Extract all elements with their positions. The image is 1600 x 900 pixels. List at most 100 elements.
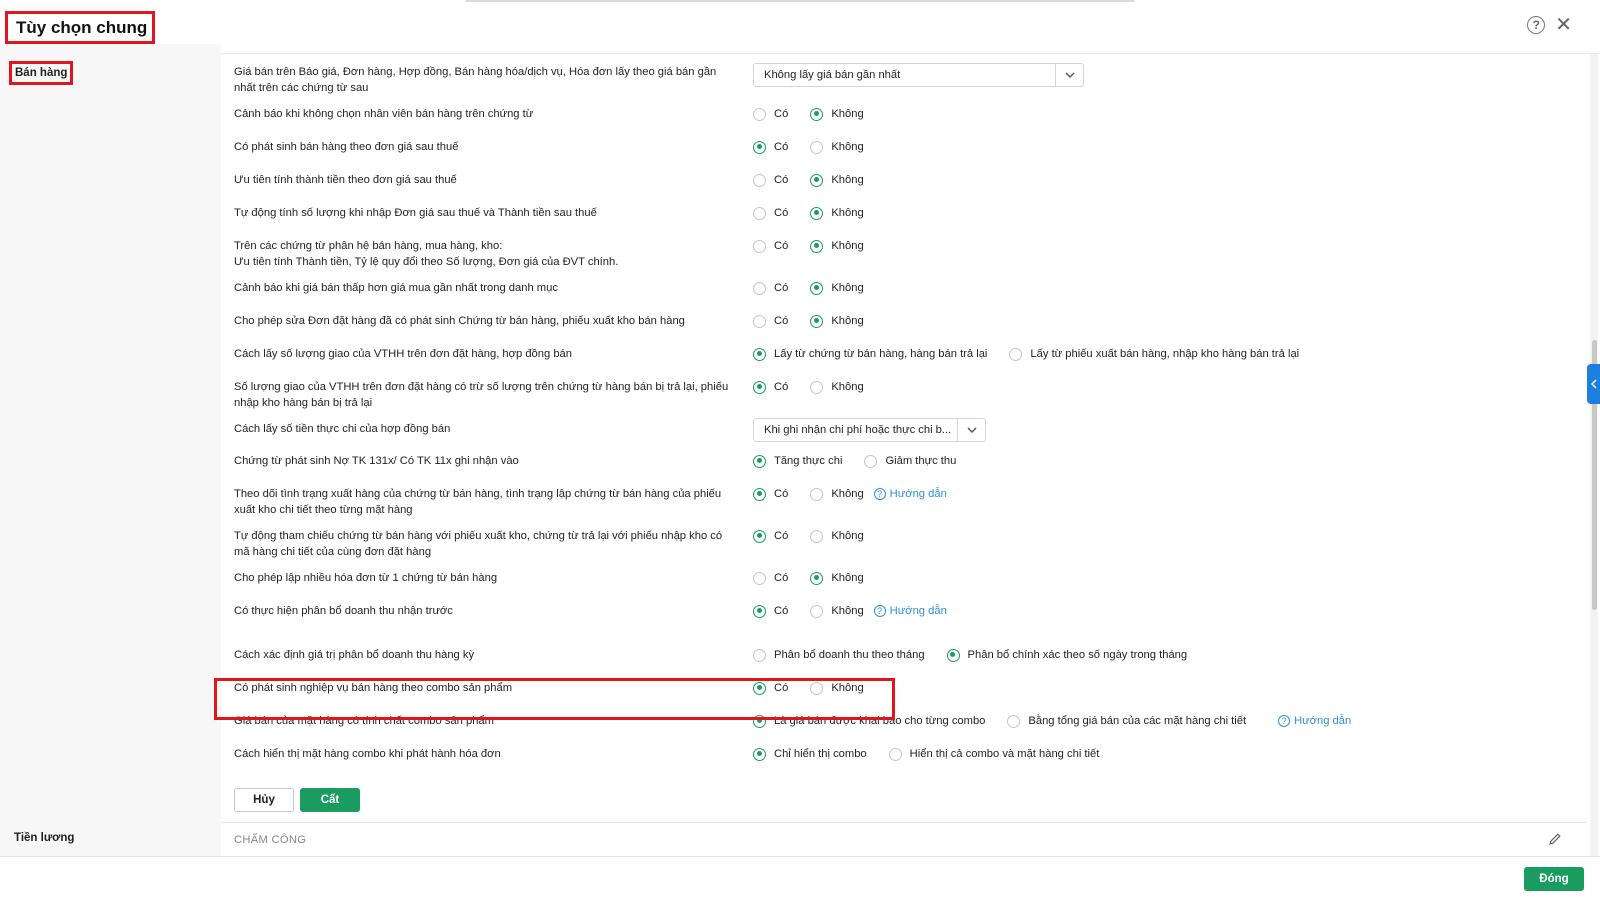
radio-option-co[interactable]: Có xyxy=(753,107,789,121)
pencil-icon[interactable] xyxy=(1548,832,1562,849)
radio-option-khong[interactable]: Không xyxy=(810,529,864,543)
radio-button[interactable] xyxy=(888,747,902,761)
chevron-left-icon xyxy=(1590,379,1597,389)
radio-button[interactable] xyxy=(810,529,824,543)
setting-label: Cách hiển thị mặt hàng combo khi phát hà… xyxy=(234,748,501,760)
radio-label: Không xyxy=(831,605,864,617)
radio-button[interactable] xyxy=(753,107,766,121)
radio-button[interactable] xyxy=(753,281,766,295)
radio-button[interactable] xyxy=(810,380,824,394)
radio-button[interactable] xyxy=(810,604,824,618)
dialog-title: Tùy chọn chung xyxy=(16,17,148,37)
radio-option-theo-thang[interactable]: Phân bổ doanh thu theo tháng xyxy=(753,648,925,662)
radio-option-khong[interactable]: Không xyxy=(810,173,864,187)
radio-label: Có xyxy=(774,605,789,617)
radio-option-co[interactable]: Có xyxy=(753,140,788,154)
radio-option-khong[interactable]: Không xyxy=(810,281,864,295)
close-button[interactable]: Đóng xyxy=(1524,867,1584,891)
radio-button[interactable] xyxy=(810,173,824,187)
radio-button[interactable] xyxy=(810,107,824,121)
actual-expense-select[interactable]: Khi ghi nhận chi phí hoặc thực chi b... xyxy=(753,418,986,442)
radio-button[interactable] xyxy=(753,380,766,394)
radio-button[interactable] xyxy=(810,140,824,154)
radio-button[interactable] xyxy=(753,747,766,761)
radio-label: Không xyxy=(831,315,864,327)
radio-button[interactable] xyxy=(810,571,824,585)
radio-label: Không xyxy=(831,488,864,500)
radio-option-khong[interactable]: Không xyxy=(810,380,864,394)
radio-button[interactable] xyxy=(810,314,824,328)
radio-button[interactable] xyxy=(946,648,960,662)
radio-option-khong[interactable]: Không xyxy=(810,571,864,585)
radio-button[interactable] xyxy=(753,487,766,501)
radio-option-theo-so-ngay[interactable]: Phân bổ chính xác theo số ngày trong thá… xyxy=(946,648,1187,662)
radio-button[interactable] xyxy=(753,454,766,468)
radio-button[interactable] xyxy=(1009,347,1023,361)
radio-label: Có xyxy=(774,108,789,120)
radio-button[interactable] xyxy=(753,529,766,543)
cancel-button[interactable]: Hủy xyxy=(234,788,294,812)
radio-option-co[interactable]: Có xyxy=(753,314,788,328)
radio-option-co[interactable]: Có xyxy=(753,206,789,220)
radio-option-giam-thuc-thu[interactable]: Giảm thực thu xyxy=(864,454,956,468)
radio-button[interactable] xyxy=(810,487,824,501)
radio-option-tu-phieu-xuat[interactable]: Lấy từ phiếu xuất bán hàng, nhập kho hàn… xyxy=(1009,347,1299,361)
sidebar-item-ban-hang[interactable]: Bán hàng xyxy=(9,61,74,85)
radio-button[interactable] xyxy=(753,173,766,187)
radio-label: Có xyxy=(774,488,789,500)
radio-option-co[interactable]: Có xyxy=(753,380,788,394)
radio-option-tong-gia[interactable]: Bằng tổng giá bán của các mặt hàng chi t… xyxy=(1007,714,1247,728)
radio-option-co[interactable]: Có xyxy=(753,281,788,295)
radio-button[interactable] xyxy=(753,206,766,220)
radio-button[interactable] xyxy=(753,140,766,154)
setting-label: Cách lấy số tiền thực chi của hợp đồng b… xyxy=(234,423,451,435)
radio-option-khong[interactable]: Không xyxy=(810,604,864,618)
guide-link[interactable]: ? Hướng dẫn xyxy=(1278,715,1351,727)
footer-divider xyxy=(0,856,1600,857)
close-icon[interactable]: ✕ xyxy=(1555,15,1572,35)
radio-button[interactable] xyxy=(753,314,766,328)
radio-option-co[interactable]: Có xyxy=(753,604,789,618)
radio-label: Có xyxy=(774,207,789,219)
radio-label: Bằng tổng giá bán của các mặt hàng chi t… xyxy=(1028,715,1247,727)
radio-option-khong[interactable]: Không xyxy=(810,140,864,154)
price-source-select[interactable]: Không lấy giá bán gần nhất xyxy=(753,63,1084,87)
radio-button[interactable] xyxy=(753,571,766,585)
radio-option-tu-chung-tu[interactable]: Lấy từ chứng từ bán hàng, hàng bán trả l… xyxy=(753,347,987,361)
radio-option-tang-thuc-chi[interactable]: Tăng thực chi xyxy=(753,454,842,468)
radio-button[interactable] xyxy=(864,454,878,468)
radio-option-co[interactable]: Có xyxy=(753,529,789,543)
radio-option-chi-combo[interactable]: Chỉ hiển thị combo xyxy=(753,747,867,761)
sidebar-item-tien-luong[interactable]: Tiền lương xyxy=(14,832,74,844)
radio-option-khong[interactable]: Không xyxy=(810,314,864,328)
question-circle-icon[interactable]: ? xyxy=(1527,16,1546,34)
radio-button[interactable] xyxy=(810,281,824,295)
radio-label: Có xyxy=(774,530,789,542)
radio-option-khong[interactable]: Không xyxy=(810,487,864,501)
guide-link[interactable]: ? Hướng dẫn xyxy=(873,605,947,617)
radio-button[interactable] xyxy=(810,239,824,253)
radio-button[interactable] xyxy=(810,206,824,220)
collapse-panel-tab[interactable] xyxy=(1587,364,1600,404)
radio-option-khong[interactable]: Không xyxy=(810,239,864,253)
radio-button[interactable] xyxy=(753,648,766,662)
radio-option-co[interactable]: Có xyxy=(753,239,788,253)
radio-button[interactable] xyxy=(753,239,766,253)
radio-option-khong[interactable]: Không xyxy=(810,107,864,121)
question-circle-icon: ? xyxy=(873,605,886,617)
guide-label: Hướng dẫn xyxy=(889,488,947,500)
radio-option-khong[interactable]: Không xyxy=(810,206,864,220)
radio-button[interactable] xyxy=(753,347,766,361)
guide-link[interactable]: ? Hướng dẫn xyxy=(873,488,947,500)
radio-button[interactable] xyxy=(753,604,766,618)
radio-option-co[interactable]: Có xyxy=(753,571,789,585)
radio-option-co[interactable]: Có xyxy=(753,173,788,187)
radio-option-ca-combo-chi-tiet[interactable]: Hiển thị cả combo và mặt hàng chi tiết xyxy=(888,747,1099,761)
save-button[interactable]: Cất xyxy=(300,788,360,812)
radio-option-co[interactable]: Có xyxy=(753,487,789,501)
radio-button[interactable] xyxy=(1007,714,1021,728)
header-actions: ? ✕ xyxy=(1527,15,1572,35)
radio-label: Có xyxy=(774,572,789,584)
sidebar xyxy=(0,44,221,856)
top-divider xyxy=(466,0,1134,2)
